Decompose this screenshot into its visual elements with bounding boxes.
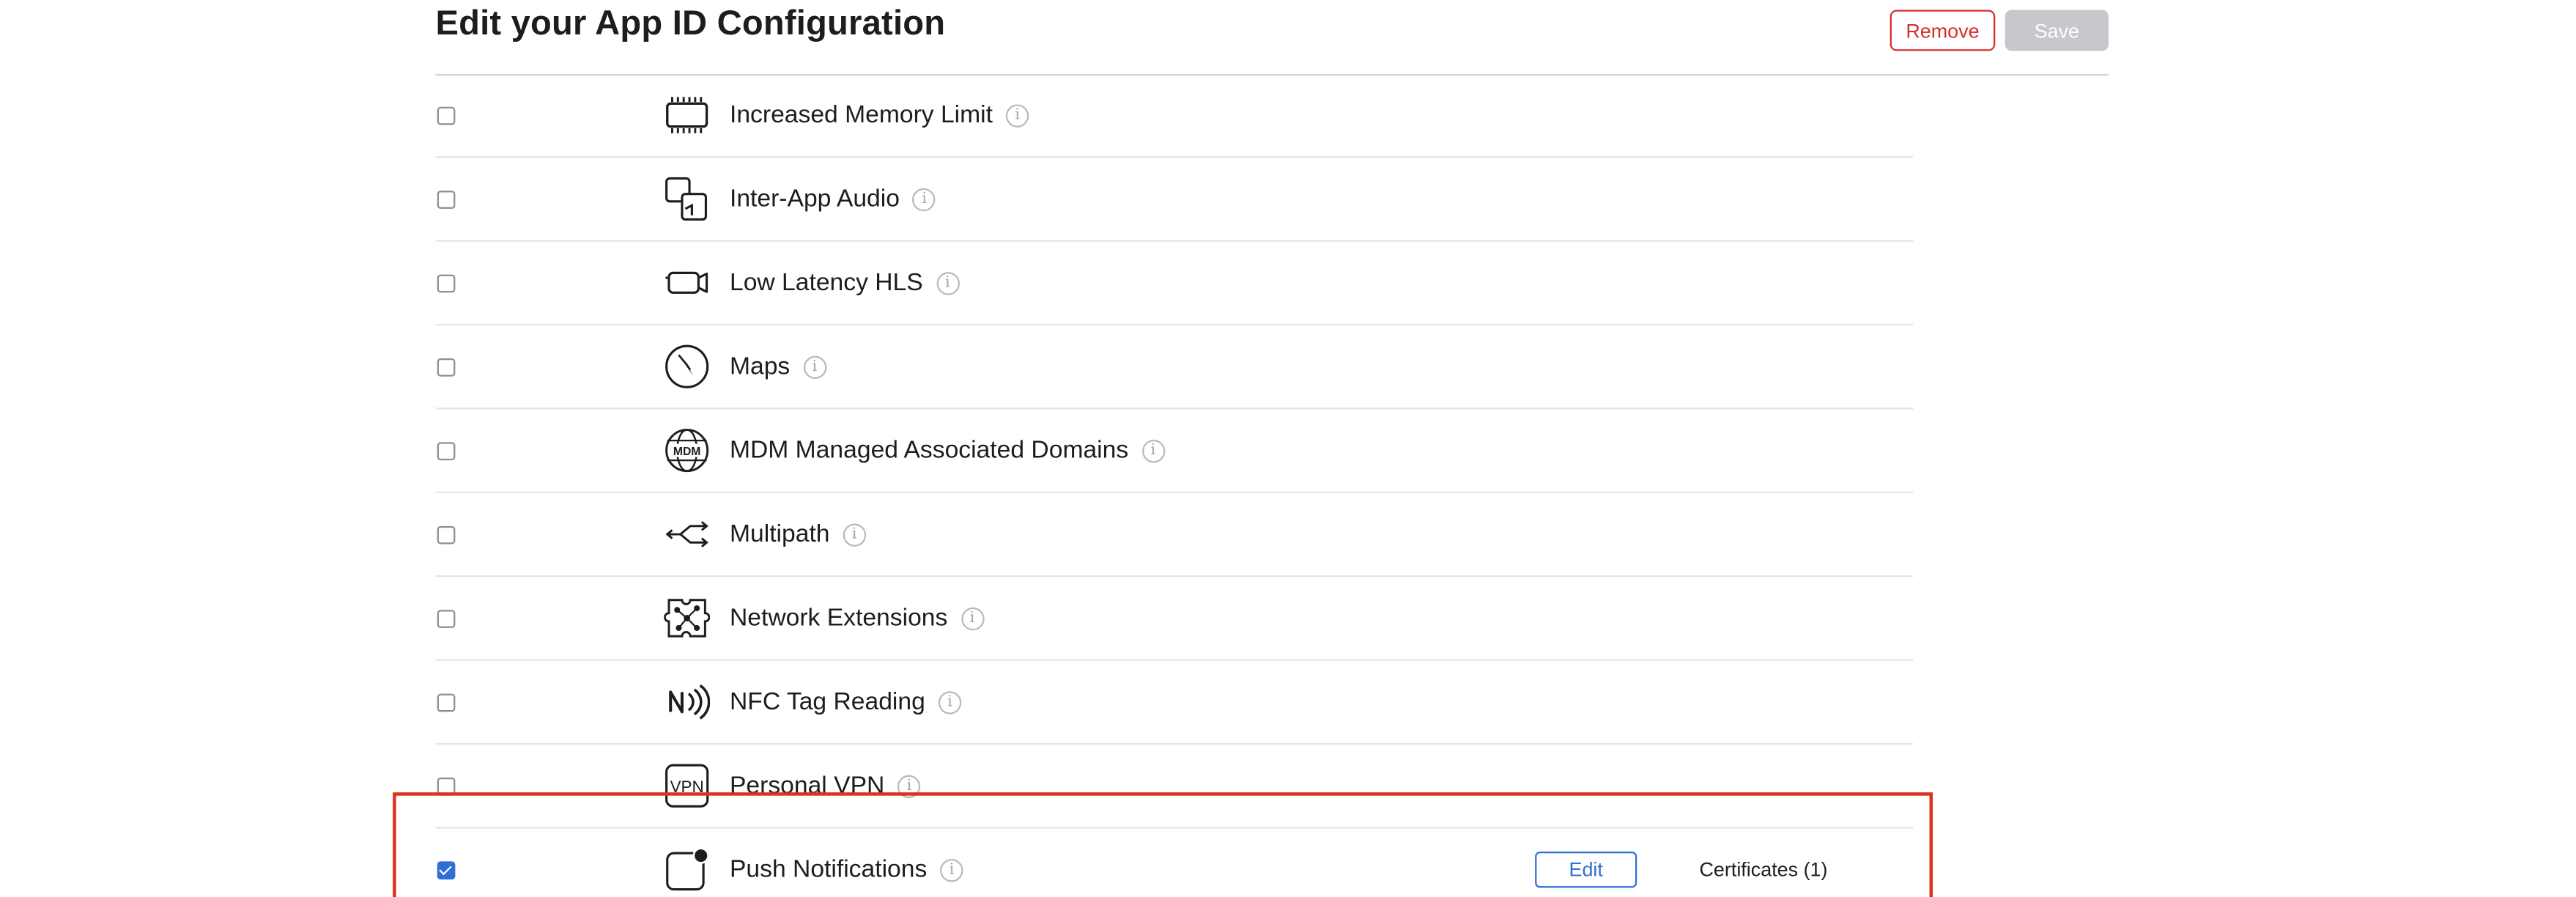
capability-name: Personal VPN [729, 772, 885, 800]
info-icon[interactable]: i [936, 271, 960, 295]
info-icon[interactable]: i [803, 355, 826, 378]
capability-name: MDM Managed Associated Domains [729, 436, 1129, 465]
capability-row-increased-memory-limit: Increased Memory Limit i [435, 74, 1914, 158]
info-icon[interactable]: i [1005, 103, 1029, 127]
capability-checkbox[interactable] [437, 358, 456, 377]
capability-row-maps: Maps i [435, 325, 1914, 410]
capability-label: Low Latency HLS i [729, 268, 960, 297]
network-extensions-icon [664, 595, 711, 641]
info-icon[interactable]: i [938, 690, 962, 714]
capability-label: Multipath i [730, 520, 866, 548]
capability-label: Increased Memory Limit i [730, 101, 1029, 129]
page-title: Edit your App ID Configuration [435, 4, 946, 43]
capability-checkbox[interactable] [437, 525, 456, 545]
capability-row-push-notifications: Push Notifications i Edit Certificates (… [435, 829, 1913, 897]
info-icon[interactable]: i [843, 523, 866, 546]
remove-button[interactable]: Remove [1890, 10, 1996, 51]
compass-icon [664, 344, 710, 390]
capabilities-list: Increased Memory Limit i Inter-App Audio… [435, 74, 1914, 897]
capability-name: Low Latency HLS [729, 268, 923, 297]
capability-row-network-extensions: Network Extensions i [435, 577, 1914, 661]
capability-label: NFC Tag Reading i [729, 687, 962, 716]
capability-label: Inter-App Audio i [730, 185, 936, 213]
capability-checkbox[interactable] [437, 778, 456, 796]
info-icon[interactable]: i [1141, 438, 1165, 462]
capability-checkbox[interactable] [437, 106, 456, 125]
capability-name: Maps [729, 352, 791, 381]
inter-app-audio-icon [664, 176, 710, 222]
info-icon[interactable]: i [912, 187, 936, 211]
capability-checkbox[interactable] [437, 693, 456, 712]
capability-label: Maps i [730, 352, 826, 380]
capability-row-nfc-tag-reading: NFC Tag Reading i [435, 661, 1914, 745]
page-header: Edit your App ID Configuration Remove Sa… [435, 0, 2109, 76]
capability-name: Inter-App Audio [729, 185, 900, 213]
capability-label: Network Extensions i [730, 604, 984, 632]
capability-label: Personal VPN i [730, 772, 921, 800]
capability-row-low-latency-hls: Low Latency HLS i [435, 242, 1914, 326]
capability-checkbox[interactable] [437, 274, 456, 293]
mdm-text: MDM [673, 446, 700, 458]
vpn-text: VPN [670, 778, 704, 796]
capability-name: Network Extensions [729, 604, 948, 632]
info-icon[interactable]: i [897, 774, 921, 797]
capability-name: Increased Memory Limit [729, 100, 993, 130]
capability-row-multipath: Multipath i [435, 493, 1914, 577]
memory-chip-icon [664, 92, 710, 139]
certificates-count: Certificates (1) [1699, 857, 1828, 882]
edit-push-notifications-button[interactable]: Edit [1535, 851, 1637, 888]
multipath-arrows-icon [664, 512, 710, 558]
capability-checkbox[interactable] [437, 610, 456, 628]
capability-checkbox-checked[interactable] [437, 861, 456, 880]
capability-checkbox[interactable] [437, 442, 456, 461]
info-icon[interactable]: i [940, 857, 963, 882]
capability-row-inter-app-audio: Inter-App Audio i [435, 158, 1914, 242]
capability-label: MDM Managed Associated Domains i [730, 437, 1165, 465]
capability-name: Push Notifications [729, 855, 928, 884]
capability-name: Multipath [729, 520, 830, 549]
app-id-configuration-page: Edit your App ID Configuration Remove Sa… [0, 0, 2576, 897]
info-icon[interactable]: i [961, 606, 984, 630]
nfc-icon [664, 679, 711, 725]
capability-row-mdm-managed-associated-domains: MDM MDM Managed Associated Domains i [435, 410, 1914, 493]
video-camera-icon [664, 259, 710, 306]
mdm-globe-icon: MDM [664, 427, 710, 473]
save-button[interactable]: Save [2005, 10, 2109, 51]
capability-label: Push Notifications i [730, 856, 963, 884]
capability-row-personal-vpn: VPN Personal VPN i [435, 745, 1914, 829]
capability-name: NFC Tag Reading [729, 687, 925, 716]
vpn-icon: VPN [664, 763, 710, 809]
push-notification-icon [664, 846, 710, 893]
capability-checkbox[interactable] [437, 191, 456, 209]
